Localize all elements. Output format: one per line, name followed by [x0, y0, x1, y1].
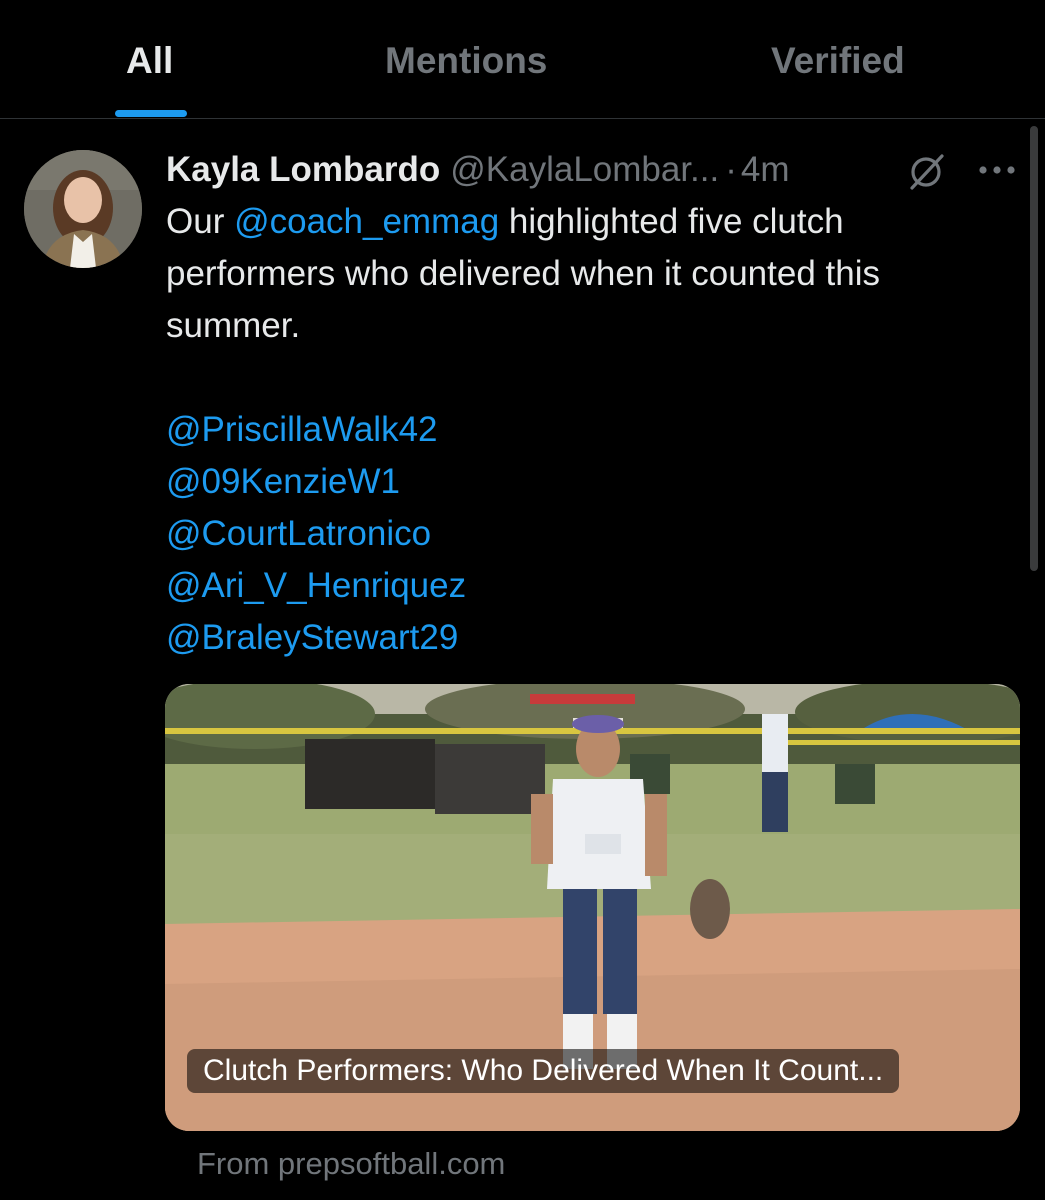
- tab-bar: All Mentions Verified: [0, 0, 1045, 119]
- mention-link[interactable]: @BraleyStewart29: [166, 612, 1016, 664]
- more-dots-icon[interactable]: [974, 150, 1020, 190]
- mention-link[interactable]: @PriscillaWalk42: [166, 404, 1016, 456]
- text-gap: [166, 352, 1016, 404]
- tweet-text-line: performers who delivered when it counted…: [166, 254, 880, 293]
- tab-all[interactable]: All: [126, 38, 173, 84]
- tab-mentions[interactable]: Mentions: [385, 38, 547, 84]
- tweet-text-line: Our @coach_emmag highlighted five clutch: [166, 196, 1016, 248]
- tweet-text: Our @coach_emmag highlighted five clutch…: [166, 196, 1016, 664]
- tweet-text-line: summer.: [166, 306, 301, 345]
- mention-link[interactable]: @CourtLatronico: [166, 508, 1016, 560]
- active-tab-indicator: [115, 110, 187, 117]
- author-name[interactable]: Kayla Lombardo: [166, 150, 440, 189]
- timestamp[interactable]: 4m: [741, 150, 790, 189]
- text-line1-suffix: highlighted five clutch: [499, 202, 844, 241]
- mention-link[interactable]: @09KenzieW1: [166, 456, 1016, 508]
- grok-slash-icon[interactable]: [904, 152, 948, 192]
- author-handle[interactable]: @KaylaLombar...: [450, 150, 719, 189]
- tweet-header: Kayla Lombardo @KaylaLombar... · 4m: [166, 146, 790, 194]
- avatar[interactable]: [24, 150, 142, 268]
- separator-dot: ·: [725, 150, 737, 189]
- scrollbar[interactable]: [1030, 126, 1038, 571]
- link-card[interactable]: Clutch Performers: Who Delivered When It…: [165, 684, 1020, 1131]
- tab-verified[interactable]: Verified: [771, 38, 905, 84]
- card-source[interactable]: From prepsoftball.com: [197, 1142, 505, 1186]
- text-prefix: Our: [166, 202, 235, 241]
- card-caption: Clutch Performers: Who Delivered When It…: [187, 1049, 900, 1093]
- mention-link[interactable]: @coach_emmag: [234, 202, 499, 241]
- mention-link[interactable]: @Ari_V_Henriquez: [166, 560, 1016, 612]
